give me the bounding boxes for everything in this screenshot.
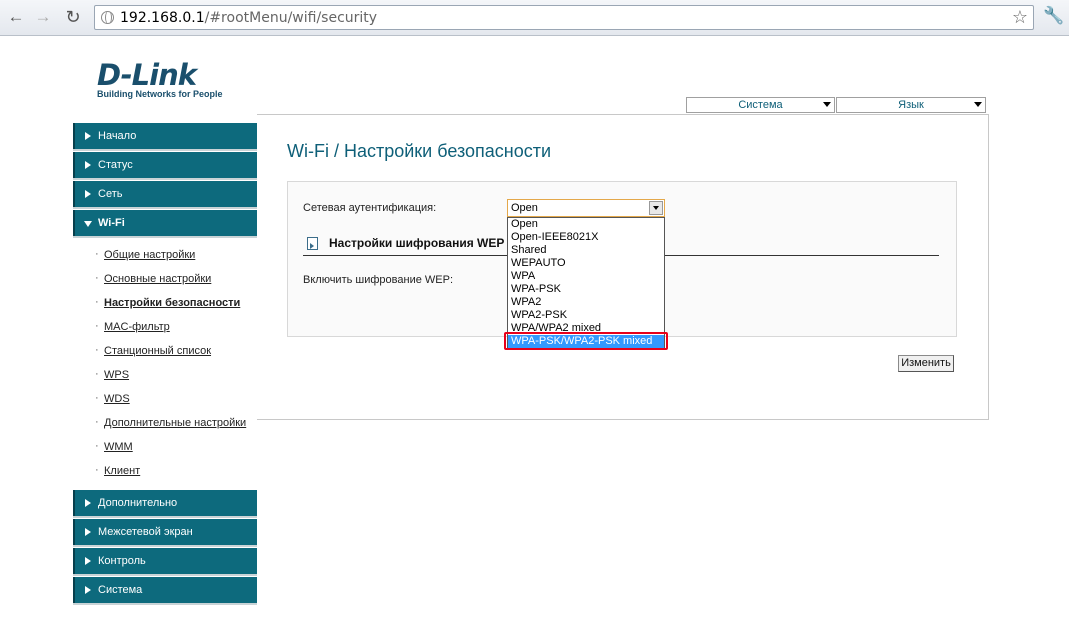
sidebar: Начало Статус Сеть Wi-Fi Общие настройки…: [73, 123, 257, 606]
system-menu-label: Система: [738, 99, 783, 111]
sidebar-item-system[interactable]: Система: [73, 577, 257, 603]
chevron-down-icon: [823, 102, 831, 107]
auth-option[interactable]: WPA-PSK: [508, 283, 664, 296]
sidebar-item-advanced[interactable]: Дополнительно: [73, 490, 257, 516]
sidebar-item-label: Wi-Fi: [98, 217, 125, 229]
forward-arrow-icon[interactable]: →: [32, 6, 54, 28]
url-text: 192.168.0.1/#rootMenu/wifi/security: [120, 10, 377, 26]
sidebar-item-label: Статус: [98, 159, 133, 171]
sidebar-item-status[interactable]: Статус: [73, 152, 257, 178]
submenu-security-settings[interactable]: Настройки безопасности: [73, 290, 257, 315]
star-icon[interactable]: ☆: [1012, 7, 1028, 28]
language-select[interactable]: Язык: [836, 97, 986, 113]
sidebar-item-label: Система: [98, 584, 143, 596]
wifi-submenu: Общие настройки Основные настройки Настр…: [73, 239, 257, 487]
sidebar-item-network[interactable]: Сеть: [73, 181, 257, 207]
submenu-client[interactable]: Клиент: [73, 458, 257, 483]
wep-enable-label: Включить шифрование WEP:: [303, 274, 453, 286]
sidebar-item-wifi[interactable]: Wi-Fi: [73, 210, 257, 236]
reload-icon[interactable]: ↻: [62, 6, 84, 28]
triangle-right-icon: [85, 190, 91, 198]
submenu-wds[interactable]: WDS: [73, 386, 257, 411]
globe-icon: [101, 11, 114, 24]
triangle-right-icon: [85, 557, 91, 565]
section-title: Настройки шифрования WEP: [329, 236, 505, 250]
sidebar-item-label: Межсетевой экран: [98, 526, 193, 538]
sidebar-item-label: Контроль: [98, 555, 146, 567]
wrench-icon[interactable]: 🔧: [1043, 6, 1064, 26]
url-host: 192.168.0.1: [120, 10, 205, 26]
system-menu-select[interactable]: Система: [686, 97, 835, 113]
triangle-right-icon: [85, 586, 91, 594]
document-icon: [307, 237, 318, 250]
sidebar-item-firewall[interactable]: Межсетевой экран: [73, 519, 257, 545]
dlink-logo: D-Link Building Networks for People: [97, 60, 223, 99]
auth-option[interactable]: Open-IEEE8021X: [508, 231, 664, 244]
url-path: /#rootMenu/wifi/security: [204, 10, 378, 26]
chevron-down-icon[interactable]: [649, 201, 663, 215]
logo-name: D-Link: [97, 58, 197, 92]
sidebar-item-home[interactable]: Начало: [73, 123, 257, 149]
sidebar-item-control[interactable]: Контроль: [73, 548, 257, 574]
auth-option[interactable]: Shared: [508, 244, 664, 257]
browser-toolbar: ← → ↻ 192.168.0.1/#rootMenu/wifi/securit…: [0, 0, 1069, 36]
logo-tagline: Building Networks for People: [97, 89, 223, 99]
auth-options-list: Open Open-IEEE8021X Shared WEPAUTO WPA W…: [507, 217, 665, 349]
submenu-advanced-settings[interactable]: Дополнительные настройки: [73, 410, 257, 435]
auth-option[interactable]: WPA2-PSK: [508, 309, 664, 322]
triangle-right-icon: [85, 132, 91, 140]
triangle-right-icon: [85, 528, 91, 536]
auth-select-value: Open: [511, 202, 538, 214]
submenu-basic-settings[interactable]: Основные настройки: [73, 266, 257, 291]
sidebar-item-label: Начало: [98, 130, 137, 142]
chevron-down-icon: [974, 102, 982, 107]
triangle-right-icon: [85, 499, 91, 507]
change-button[interactable]: Изменить: [898, 355, 954, 372]
page-title: Wi-Fi / Настройки безопасности: [287, 141, 552, 161]
address-bar[interactable]: 192.168.0.1/#rootMenu/wifi/security ☆: [94, 5, 1034, 30]
auth-option[interactable]: WEPAUTO: [508, 257, 664, 270]
submenu-station-list[interactable]: Станционный список: [73, 338, 257, 363]
submenu-wmm[interactable]: WMM: [73, 434, 257, 459]
submenu-wps[interactable]: WPS: [73, 362, 257, 387]
auth-label: Сетевая аутентификация:: [303, 202, 437, 214]
triangle-right-icon: [85, 161, 91, 169]
highlight-annotation: [504, 332, 668, 350]
submenu-mac-filter[interactable]: MAC-фильтр: [73, 314, 257, 339]
submenu-general-settings[interactable]: Общие настройки: [73, 242, 257, 267]
auth-option[interactable]: WPA2: [508, 296, 664, 309]
sidebar-item-label: Сеть: [98, 188, 123, 200]
auth-option[interactable]: WPA: [508, 270, 664, 283]
triangle-down-icon: [84, 221, 92, 227]
auth-select[interactable]: Open: [507, 199, 665, 217]
back-arrow-icon[interactable]: ←: [5, 6, 27, 28]
sidebar-item-label: Дополнительно: [98, 497, 178, 509]
language-label: Язык: [898, 99, 924, 111]
auth-option[interactable]: Open: [508, 218, 664, 231]
